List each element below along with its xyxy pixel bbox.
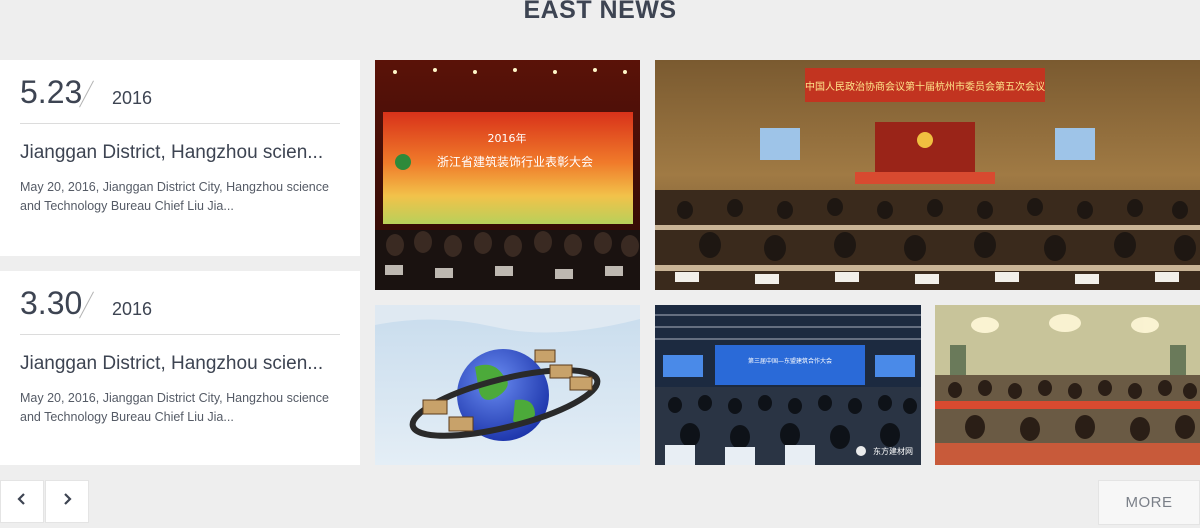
news-year: 2016 <box>112 299 153 319</box>
forum-conference-image: 第三届中国—东盟建筑合作大会 东方建材网 <box>655 305 921 465</box>
banner-title-text: 浙江省建筑装饰行业表彰大会 <box>437 154 593 169</box>
banner-year-text: 2016年 <box>488 131 527 145</box>
hall-banner-text: 中国人民政治协商会议第十届杭州市委员会第五次会议 <box>805 80 1045 93</box>
news-summary: May 20, 2016, Jianggan District City, Ha… <box>20 391 329 424</box>
prev-button[interactable] <box>0 480 44 523</box>
forum-banner-text: 第三届中国—东盟建筑合作大会 <box>748 357 832 365</box>
news-photo-forum[interactable]: 第三届中国—东盟建筑合作大会 东方建材网 <box>655 305 921 465</box>
chevron-left-icon <box>17 492 27 511</box>
chevron-right-icon <box>62 492 72 511</box>
news-photo-award-conference[interactable]: 2016年 浙江省建筑装饰行业表彰大会 <box>375 60 640 290</box>
news-date: 3.30 2016 <box>20 271 340 335</box>
news-day: 3.30 <box>20 285 83 321</box>
assembly-hall-image: 中国人民政治协商会议第十届杭州市委员会第五次会议 <box>655 60 1200 290</box>
watermark-text: 东方建材网 <box>873 446 913 456</box>
news-card[interactable]: 3.30 2016 Jianggan District, Hangzhou sc… <box>0 271 360 465</box>
more-button[interactable]: MORE <box>1098 480 1200 525</box>
news-date: 5.23 2016 <box>20 60 340 124</box>
news-title[interactable]: Jianggan District, Hangzhou scien... <box>20 142 340 164</box>
news-title[interactable]: Jianggan District, Hangzhou scien... <box>20 353 340 375</box>
news-year: 2016 <box>112 88 153 108</box>
meeting-room-image <box>935 305 1200 465</box>
news-photo-logistics-globe[interactable] <box>375 305 640 465</box>
conference-stage-image: 2016年 浙江省建筑装饰行业表彰大会 <box>375 60 640 290</box>
news-card[interactable]: 5.23 2016 Jianggan District, Hangzhou sc… <box>0 60 360 256</box>
news-summary: May 20, 2016, Jianggan District City, Ha… <box>20 180 329 213</box>
news-photo-meeting-room[interactable] <box>935 305 1200 465</box>
next-button[interactable] <box>45 480 89 523</box>
news-photo-assembly-hall[interactable]: 中国人民政治协商会议第十届杭州市委员会第五次会议 <box>655 60 1200 290</box>
globe-logistics-image <box>375 305 640 465</box>
news-day: 5.23 <box>20 74 83 110</box>
section-title: EAST NEWS <box>523 0 677 24</box>
